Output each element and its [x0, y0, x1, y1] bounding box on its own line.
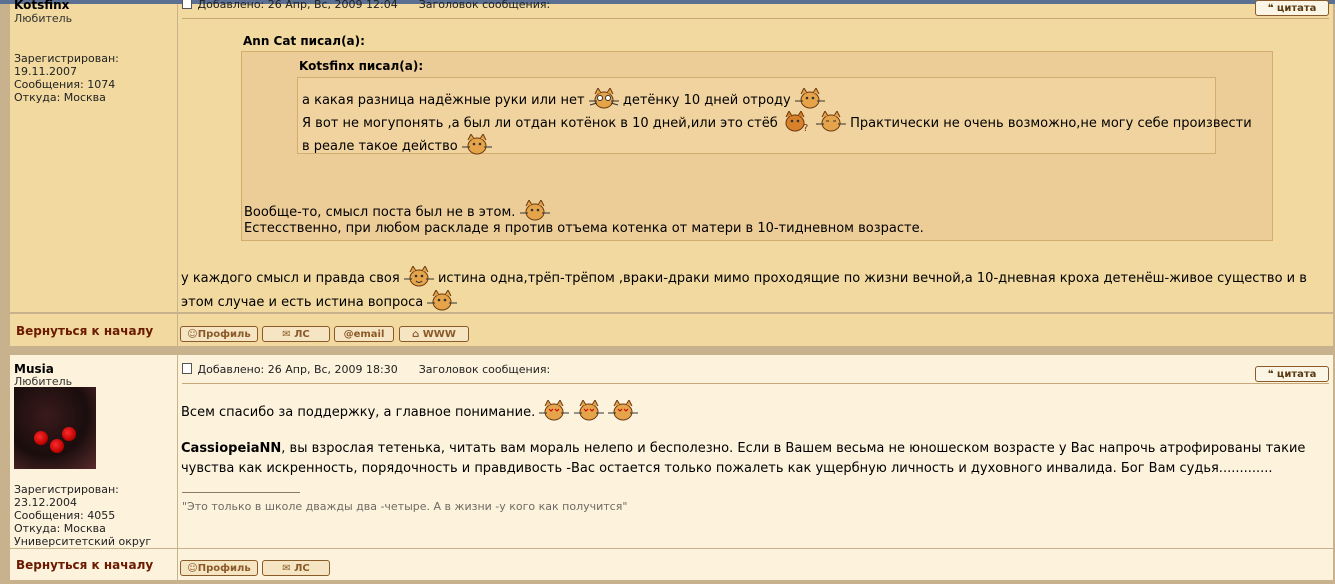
profile-icon: ☺ [187, 329, 198, 340]
post2-author-panel: Musia Любитель Зарегистрирован: 23.12.20… [10, 355, 177, 548]
back-to-top-link[interactable]: Вернуться к началу [16, 558, 153, 572]
post2-buttons: ☺Профиль ✉ ЛС [178, 549, 1333, 580]
post2-footer: Вернуться к началу ☺Профиль ✉ ЛС [0, 549, 1333, 580]
quote-button-label: цитата [1276, 3, 1317, 14]
post-date: Добавлено: 26 Апр, Вс, 2009 12:04 [197, 0, 398, 11]
pm-icon: ✉ [282, 563, 295, 574]
smiley-cat-icon [794, 88, 825, 110]
svg-text:?: ? [803, 123, 808, 133]
post2-content: Добавлено: 26 Апр, Вс, 2009 18:30 Заголо… [178, 355, 1333, 548]
quote-outer-box: Kotsfinx писал(а): а какая разница надёж… [241, 51, 1273, 241]
inner-line-2: Я вот не могупонять ,а был ли отдан котё… [302, 111, 1252, 133]
quote-icon: ❝ [1267, 3, 1277, 14]
smiley-cat-icon [427, 290, 458, 312]
www-button[interactable]: ⌂ WWW [399, 326, 469, 342]
avatar-rose [34, 431, 48, 445]
forum-posts: Kotsfinx Любитель Зарегистрирован: 19.11… [0, 0, 1335, 584]
smiley-cat-icon [607, 400, 638, 422]
quote-inner-box: а какая разница надёжные руки или нет де… [297, 77, 1252, 156]
registered-date: 19.11.2007 [14, 65, 77, 78]
back-to-top-link[interactable]: Вернуться к началу [16, 324, 153, 338]
smiley-cat-icon [588, 88, 619, 110]
profile-button[interactable]: ☺Профиль [180, 560, 258, 576]
signature: "Это только в школе дважды два -четыре. … [182, 500, 628, 513]
outer-line-2: Естесственно, при любом раскладе я проти… [244, 221, 924, 236]
messages-count: Сообщения: 4055 [14, 509, 116, 522]
registered-date: 23.12.2004 [14, 496, 77, 509]
messages-count: Сообщения: 1074 [14, 78, 116, 91]
body-line-1: у каждого смысл и правда своя истина одн… [181, 266, 1307, 288]
avatar-rose [50, 439, 64, 453]
author-location: Откуда: Москва [14, 522, 106, 535]
author-district: Университетский округ [14, 535, 152, 548]
author-meta: Зарегистрирован: 19.11.2007 Сообщения: 1… [14, 52, 119, 104]
subject-label: Заголовок сообщения: [418, 363, 551, 376]
post1-footer: Вернуться к началу ☺Профиль ✉ ЛС @email … [0, 314, 1333, 346]
addressee-name: CassiopeiaNN [181, 441, 282, 456]
smiley-cat-icon [403, 266, 434, 288]
profile-button[interactable]: ☺Профиль [180, 326, 258, 342]
post-date: Добавлено: 26 Апр, Вс, 2009 18:30 [197, 363, 398, 376]
smiley-cat-icon [539, 400, 570, 422]
registered-label: Зарегистрирован: [14, 483, 119, 496]
smiley-cat-icon: ? [782, 111, 812, 133]
email-icon: @ [343, 329, 354, 340]
post1-author-panel: Kotsfinx Любитель Зарегистрирован: 19.11… [10, 0, 177, 312]
quote-outer-title: Ann Cat писал(а): [243, 34, 365, 48]
message-line-1: Всем спасибо за поддержку, а главное пон… [181, 400, 638, 422]
author-name[interactable]: Kotsfinx [14, 0, 69, 12]
post2-back-cell: Вернуться к началу [10, 549, 177, 580]
inner-line-1: а какая разница надёжные руки или нет де… [302, 88, 825, 110]
post1-content: Добавлено: 26 Апр, Вс, 2009 12:04 Заголо… [178, 0, 1333, 312]
subject-label: Заголовок сообщения: [418, 0, 551, 11]
post-row-2: Musia Любитель Зарегистрирован: 23.12.20… [0, 355, 1333, 548]
author-location: Откуда: Москва [14, 91, 106, 104]
pm-button[interactable]: ✉ ЛС [262, 560, 330, 576]
www-icon: ⌂ [412, 329, 423, 340]
email-button[interactable]: @email [334, 326, 394, 342]
signature-divider [182, 492, 300, 493]
registered-label: Зарегистрирован: [14, 52, 119, 65]
outer-line-1: Вообще-то, смысл поста был не в этом. [244, 200, 550, 222]
quote-button[interactable]: ❝ цитата [1255, 0, 1329, 16]
post1-back-cell: Вернуться к началу [10, 314, 177, 346]
quote-button[interactable]: ❝ цитата [1255, 366, 1329, 382]
smiley-cat-icon [816, 111, 846, 133]
post-icon [182, 0, 192, 9]
pm-icon: ✉ [282, 329, 295, 340]
pm-button[interactable]: ✉ ЛС [262, 326, 330, 342]
post-icon [182, 363, 192, 374]
post-header: Добавлено: 26 Апр, Вс, 2009 12:04 Заголо… [182, 0, 1329, 19]
author-rank: Любитель [14, 12, 73, 25]
quote-icon: ❝ [1267, 369, 1277, 380]
post-row-1: Kotsfinx Любитель Зарегистрирован: 19.11… [0, 0, 1333, 312]
message-line-2: CassiopeiaNN, вы взрослая тетенька, чита… [181, 441, 1306, 456]
smiley-cat-icon [519, 200, 550, 222]
post1-buttons: ☺Профиль ✉ ЛС @email ⌂ WWW [178, 314, 1333, 346]
quote-inner-title: Kotsfinx писал(а): [299, 59, 424, 73]
avatar [14, 387, 96, 469]
post-header: Добавлено: 26 Апр, Вс, 2009 18:30 Заголо… [182, 363, 1329, 384]
author-meta: Зарегистрирован: 23.12.2004 Сообщения: 4… [14, 483, 151, 548]
smiley-cat-icon [573, 400, 604, 422]
author-name[interactable]: Musia [14, 362, 54, 376]
smiley-cat-icon [461, 134, 492, 156]
message-line-3: чувства как искренность, порядочность и … [181, 461, 1273, 476]
quote-button-label: цитата [1276, 369, 1317, 380]
inner-line-3: в реале такое действо [302, 134, 492, 156]
body-line-2: этом случае и есть истина вопроса [181, 290, 458, 312]
avatar-rose [62, 427, 76, 441]
profile-icon: ☺ [187, 563, 198, 574]
